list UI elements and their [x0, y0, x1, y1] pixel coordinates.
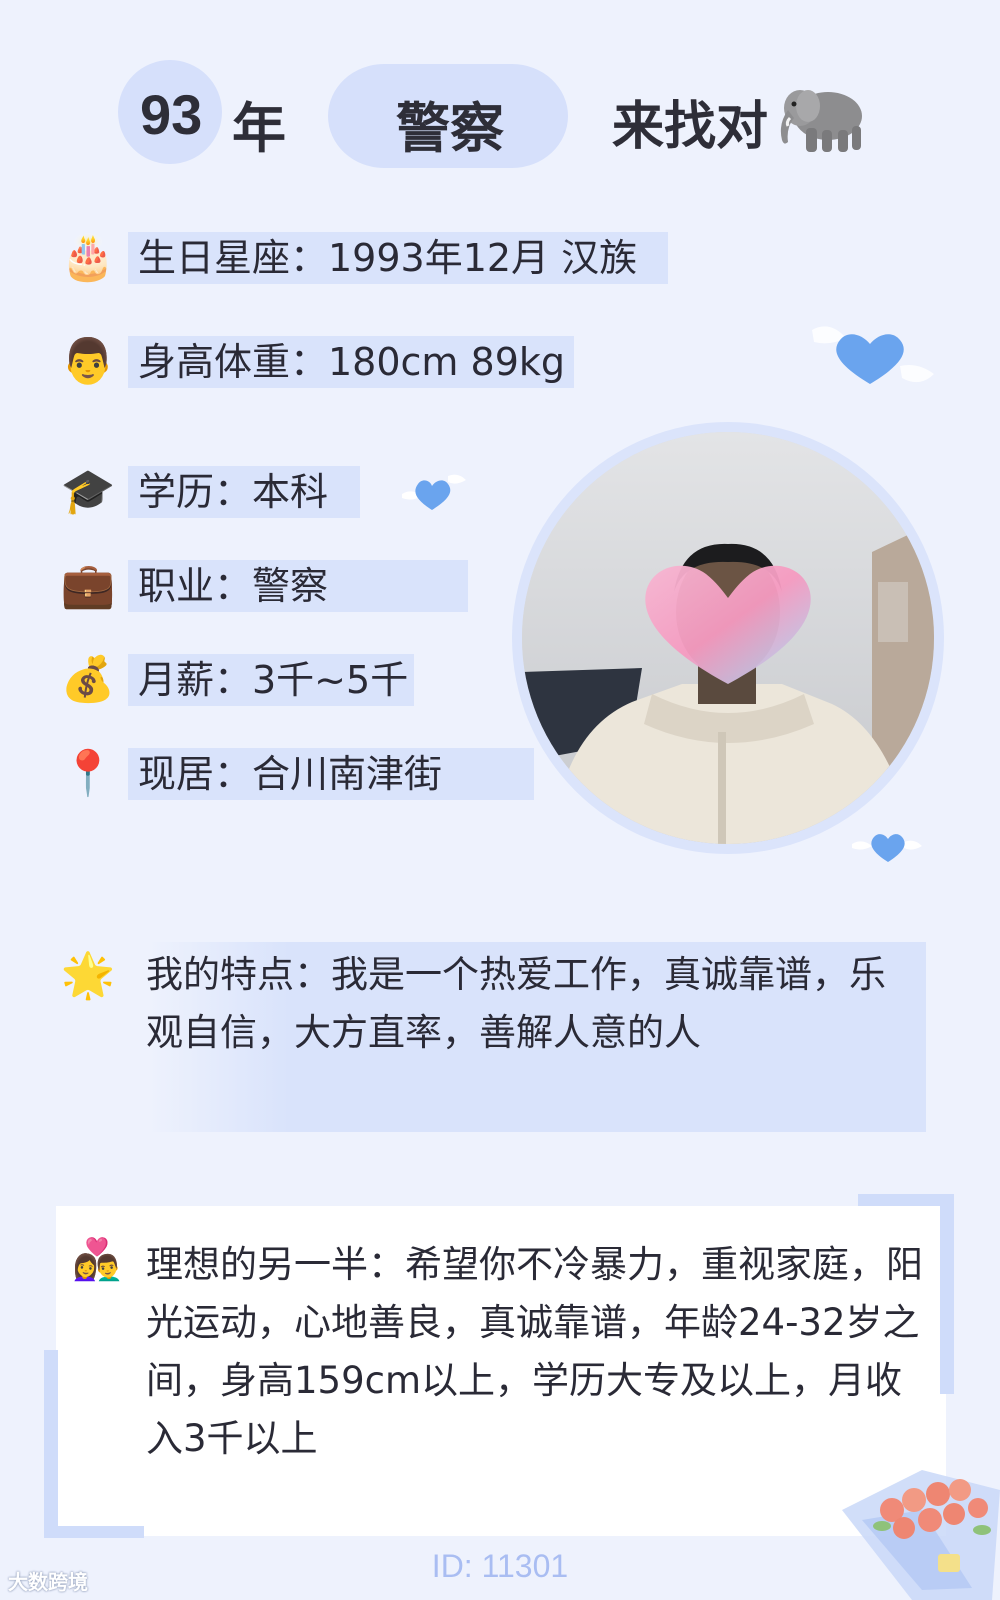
- header-year-unit: 年: [232, 97, 286, 160]
- small-heart-icon: [402, 474, 466, 510]
- location-pin-icon: 📍: [60, 748, 116, 799]
- header-year: 93: [140, 83, 203, 146]
- profile-id: ID: 11301: [431, 1548, 569, 1584]
- info-row-label: 职业：警察: [138, 564, 329, 608]
- bracket-bottom-left-h: [44, 1526, 144, 1538]
- header-seeking: 来找对: [612, 97, 769, 157]
- cake-icon: 🎂: [60, 232, 116, 283]
- ideal-partner-text: 理想的另一半：希望你不冷暴力，重视家庭，阳光运动，心地善良，真诚靠谱，年龄24-…: [146, 1243, 923, 1460]
- watermark: 大数跨境: [8, 1570, 88, 1594]
- money-bag-icon: 💰: [60, 654, 116, 705]
- features-text: 我的特点：我是一个热爱工作，真诚靠谱，乐观自信，大方直率，善解人意的人: [146, 953, 886, 1054]
- info-row-label: 身高体重：180cm 89kg: [138, 340, 565, 384]
- avatar: [522, 432, 934, 844]
- star-icon: 🌟: [60, 950, 116, 1001]
- man-face-icon: 👨: [60, 336, 116, 387]
- elephant-icon: [780, 90, 862, 152]
- graduation-cap-icon: 🎓: [60, 466, 116, 517]
- info-row-label: 月薪：3千~5千: [138, 658, 409, 702]
- info-row-label: 生日星座：1993年12月 汉族: [138, 236, 638, 280]
- info-row-label: 学历：本科: [138, 470, 329, 514]
- info-row-label: 现居：合川南津街: [138, 752, 443, 796]
- avatar-photo: [522, 432, 934, 844]
- bracket-bottom-left-v: [44, 1350, 58, 1538]
- bracket-top-right-v: [940, 1194, 954, 1394]
- header-job: 警察: [396, 97, 504, 160]
- winged-heart-icon: [812, 326, 934, 384]
- couple-heart-icon: 👩‍❤️‍👨: [72, 1237, 122, 1283]
- briefcase-icon: 💼: [60, 560, 116, 611]
- small-heart-icon-2: [852, 834, 922, 862]
